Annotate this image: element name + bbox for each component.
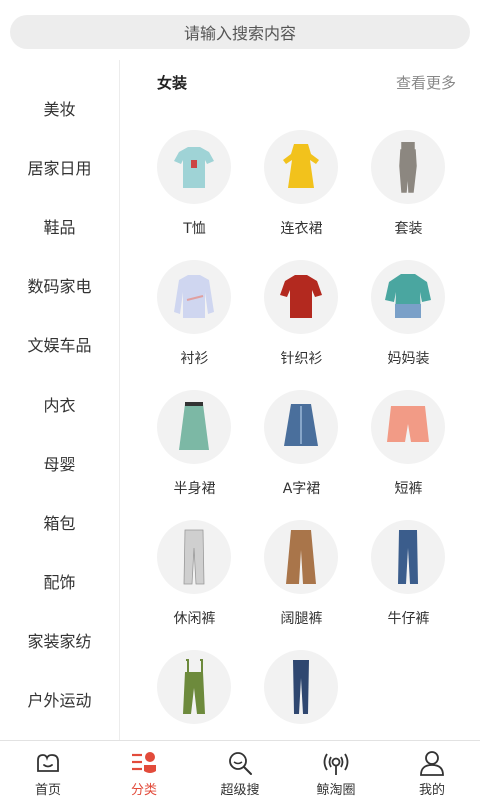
overalls-icon [157, 650, 231, 724]
category-item[interactable]: 套装 [355, 130, 462, 260]
category-label: 休闲裤 [173, 611, 216, 627]
nav-category[interactable]: 分类 [96, 741, 192, 800]
broadcast-icon [323, 753, 349, 775]
category-item[interactable]: 针织衫 [248, 260, 355, 390]
category-item[interactable]: 小脚裤 [248, 650, 355, 740]
bottom-nav: 首页 分类 超级搜 鲸淘圈 我的 [0, 740, 480, 800]
category-label: 连衣裙 [280, 221, 323, 237]
category-label: 套装 [394, 221, 423, 237]
nav-whale-circle[interactable]: 鲸淘圈 [288, 741, 384, 800]
sidebar-item-entertainment-car[interactable]: 文娱车品 [0, 315, 119, 374]
category-item[interactable]: T恤 [141, 130, 248, 260]
category-item[interactable]: 短裤 [355, 390, 462, 520]
category-label: A字裙 [282, 481, 321, 497]
dress-icon [264, 130, 338, 204]
category-item[interactable]: 背带裤 [141, 650, 248, 740]
category-item[interactable]: 妈妈装 [355, 260, 462, 390]
shirt-icon [157, 260, 231, 334]
category-item[interactable]: 牛仔裤 [355, 520, 462, 650]
mom-top-icon [371, 260, 445, 334]
category-label: 阔腿裤 [280, 611, 323, 627]
sidebar-item-baby[interactable]: 母婴 [0, 433, 119, 492]
profile-icon [420, 751, 444, 776]
nav-super-search[interactable]: 超级搜 [192, 741, 288, 800]
category-item[interactable]: 休闲裤 [141, 520, 248, 650]
casual-pants-icon [157, 520, 231, 594]
category-item[interactable]: 阔腿裤 [248, 520, 355, 650]
sidebar-item-underwear[interactable]: 内衣 [0, 374, 119, 433]
search-placeholder: 请输入搜索内容 [183, 24, 296, 43]
category-label: 针织衫 [280, 351, 323, 367]
aline-skirt-icon [264, 390, 338, 464]
category-label: 妈妈装 [387, 351, 430, 367]
jumpsuit-icon [371, 130, 445, 204]
category-label: 半身裙 [173, 481, 216, 497]
category-content: 女装 查看更多 T恤 连衣裙 套装衬衫 针织衫 妈妈装半身裙 A字裙 短裤休闲裤 阔腿裤 牛仔裤… [121, 60, 480, 740]
knit-icon [264, 260, 338, 334]
nav-profile[interactable]: 我的 [384, 741, 480, 800]
sidebar-item-home-textile[interactable]: 家装家纺 [0, 611, 119, 670]
tshirt-icon [157, 130, 231, 204]
sidebar-item-bags[interactable]: 箱包 [0, 492, 119, 551]
section-header: 女装 查看更多 [157, 72, 456, 96]
skirt-icon [157, 390, 231, 464]
wide-pants-icon [264, 520, 338, 594]
sidebar-item-accessories[interactable]: 配饰 [0, 552, 119, 611]
category-item[interactable]: 衬衫 [141, 260, 248, 390]
sidebar-item-beauty[interactable]: 美妆 [0, 78, 119, 137]
nav-home[interactable]: 首页 [0, 741, 96, 800]
jeans-icon [371, 520, 445, 594]
category-label: T恤 [183, 221, 206, 237]
category-item[interactable]: 连衣裙 [248, 130, 355, 260]
category-label: 衬衫 [180, 351, 209, 367]
category-label: 短裤 [394, 481, 423, 497]
skinny-pants-icon [264, 650, 338, 724]
search-icon [229, 752, 252, 775]
sidebar-item-shoes[interactable]: 鞋品 [0, 196, 119, 255]
home-icon [37, 754, 59, 772]
view-more-link[interactable]: 查看更多 [396, 72, 456, 93]
category-label: 牛仔裤 [387, 611, 430, 627]
sidebar-item-digital[interactable]: 数码家电 [0, 256, 119, 315]
category-item[interactable]: A字裙 [248, 390, 355, 520]
category-item[interactable]: 半身裙 [141, 390, 248, 520]
search-input[interactable]: 请输入搜索内容 [10, 15, 470, 49]
sidebar-item-home-goods[interactable]: 居家日用 [0, 137, 119, 196]
section-title: 女装 [157, 74, 188, 92]
sidebar-item-outdoor[interactable]: 户外运动 [0, 670, 119, 729]
category-icon [132, 752, 156, 773]
category-sidebar[interactable]: 美妆 居家日用 鞋品 数码家电 文娱车品 内衣 母婴 箱包 配饰 家装家纺 户外… [0, 60, 120, 740]
shorts-icon [371, 390, 445, 464]
